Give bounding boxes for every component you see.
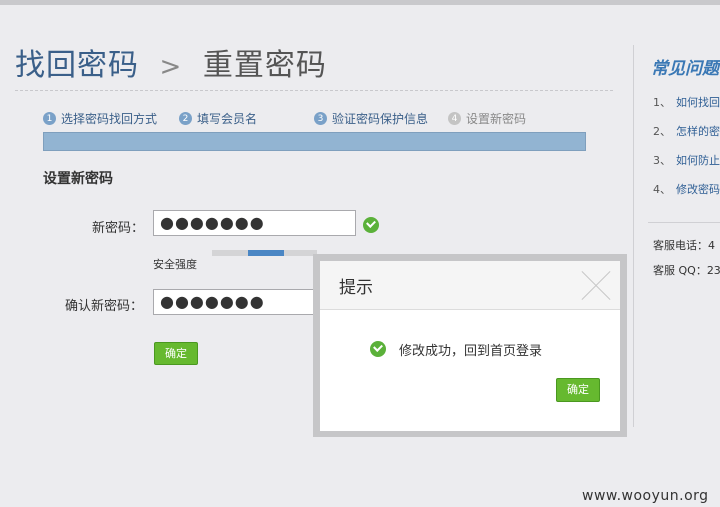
title-separator: > [159,52,183,82]
dialog-ok-button[interactable]: 确定 [556,378,600,402]
faq-item[interactable]: 3、 如何防止 [653,152,720,168]
sidebar-divider [633,45,634,427]
notice-dialog: 提示 修改成功，回到首页登录 确定 [320,261,620,431]
step-number: 1 [43,112,56,125]
step-3: 3 验证密码保护信息 [314,110,428,127]
service-phone: 客服电话：4 [653,239,715,252]
new-password-input[interactable]: ●●●●●●● [153,210,356,236]
step-label: 填写会员名 [197,112,258,126]
faq-number: 1、 [653,96,671,109]
page-title-current: 重置密码 [202,48,327,83]
faq-item[interactable]: 1、 如何找回 [653,94,720,110]
faq-number: 4、 [653,183,671,196]
step-number: 2 [179,112,192,125]
faq-number: 3、 [653,154,671,167]
dialog-header: 提示 [320,261,620,310]
faq-link[interactable]: 怎样的密 [676,125,720,138]
watermark: www.wooyun.org [582,488,709,504]
dialog-message: 修改成功，回到首页登录 [399,344,543,359]
check-circle-icon [370,341,386,357]
step-2: 2 填写会员名 [179,110,257,127]
faq-number: 2、 [653,125,671,138]
faq-link[interactable]: 如何找回 [676,96,720,109]
section-title: 设置新密码 [43,171,113,187]
step-label: 设置新密码 [466,112,527,126]
title-divider [15,90,613,91]
sidebar-separator [648,222,720,223]
faq-item[interactable]: 4、 修改密码 [653,181,720,197]
page-title: 找回密码 > 重置密码 [15,40,327,84]
progress-bar [43,132,586,151]
strength-meter-fill [248,250,284,256]
dialog-title: 提示 [339,278,373,298]
check-circle-icon [363,217,379,233]
step-number: 3 [314,112,327,125]
faq-link[interactable]: 修改密码 [676,183,720,196]
step-number: 4 [448,112,461,125]
submit-button[interactable]: 确定 [154,342,198,365]
page-title-main: 找回密码 [15,48,139,83]
step-label: 验证密码保护信息 [332,112,429,126]
faq-title: 常见问题 [651,59,719,79]
close-icon[interactable] [582,272,610,300]
service-qq: 客服 QQ：23 [653,264,720,277]
new-password-label: 新密码： [92,221,145,236]
step-label: 选择密码找回方式 [61,112,158,126]
faq-link[interactable]: 如何防止 [676,154,720,167]
confirm-password-label: 确认新密码： [65,299,144,314]
step-indicator: 1 选择密码找回方式 2 填写会员名 3 验证密码保护信息 4 设置新密码 [43,110,588,128]
top-border [0,0,720,5]
step-1: 1 选择密码找回方式 [43,110,157,127]
faq-item[interactable]: 2、 怎样的密 [653,123,720,139]
step-4: 4 设置新密码 [448,110,526,127]
strength-label: 安全强度 [153,258,197,271]
